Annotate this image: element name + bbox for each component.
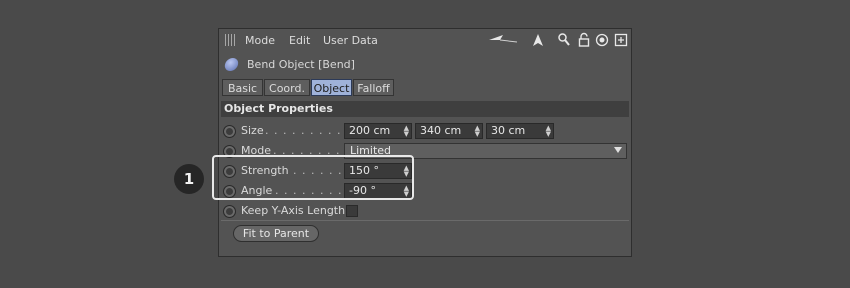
divider bbox=[221, 220, 629, 221]
new-panel-icon[interactable] bbox=[614, 32, 628, 48]
size-y-value: 340 cm bbox=[420, 124, 462, 137]
chevron-down-icon bbox=[614, 147, 622, 153]
object-name: Bend Object [Bend] bbox=[247, 58, 355, 71]
keep-y-row: Keep Y-Axis Length bbox=[223, 203, 627, 219]
tab-object[interactable]: Object bbox=[311, 79, 352, 96]
menu-user-data[interactable]: User Data bbox=[323, 34, 378, 47]
keep-y-checkbox[interactable] bbox=[346, 205, 358, 217]
step-callout-badge: 1 bbox=[174, 164, 204, 194]
keep-y-label: Keep Y-Axis Length bbox=[241, 204, 346, 217]
up-arrow-icon[interactable] bbox=[531, 32, 545, 48]
size-z-field[interactable]: 30 cm ▲ ▼ bbox=[486, 123, 554, 139]
panel-grip-icon[interactable] bbox=[225, 34, 237, 46]
target-icon[interactable] bbox=[595, 32, 609, 48]
back-arrow-icon[interactable] bbox=[487, 32, 523, 48]
keep-y-animate-radio[interactable] bbox=[223, 205, 236, 218]
size-x-field[interactable]: 200 cm ▲ ▼ bbox=[344, 123, 412, 139]
attribute-manager-panel: Mode Edit User Data Bend Object [Bend] B… bbox=[218, 28, 632, 257]
size-animate-radio[interactable] bbox=[223, 125, 236, 138]
size-x-value: 200 cm bbox=[349, 124, 391, 137]
tab-coord[interactable]: Coord. bbox=[264, 79, 310, 96]
size-z-value: 30 cm bbox=[491, 124, 526, 137]
object-properties-header: Object Properties bbox=[221, 101, 629, 117]
lock-icon[interactable] bbox=[577, 32, 591, 48]
size-x-stepper[interactable]: ▲ ▼ bbox=[404, 125, 409, 138]
size-z-stepper[interactable]: ▲ ▼ bbox=[546, 125, 551, 138]
menu-bar: Mode Edit User Data bbox=[219, 29, 631, 51]
size-row: Size . . . . . . . . . . . . 200 cm ▲ ▼ 3… bbox=[223, 123, 627, 139]
size-y-field[interactable]: 340 cm ▲ ▼ bbox=[415, 123, 483, 139]
size-y-stepper[interactable]: ▲ ▼ bbox=[475, 125, 480, 138]
search-icon[interactable] bbox=[557, 32, 571, 48]
tab-falloff[interactable]: Falloff bbox=[353, 79, 394, 96]
menu-edit[interactable]: Edit bbox=[289, 34, 310, 47]
highlight-box bbox=[212, 155, 414, 200]
tab-basic[interactable]: Basic bbox=[222, 79, 263, 96]
size-label: Size bbox=[241, 124, 264, 137]
menu-mode[interactable]: Mode bbox=[245, 34, 275, 47]
fit-to-parent-button[interactable]: Fit to Parent bbox=[233, 225, 319, 242]
bend-object-icon bbox=[223, 58, 240, 71]
